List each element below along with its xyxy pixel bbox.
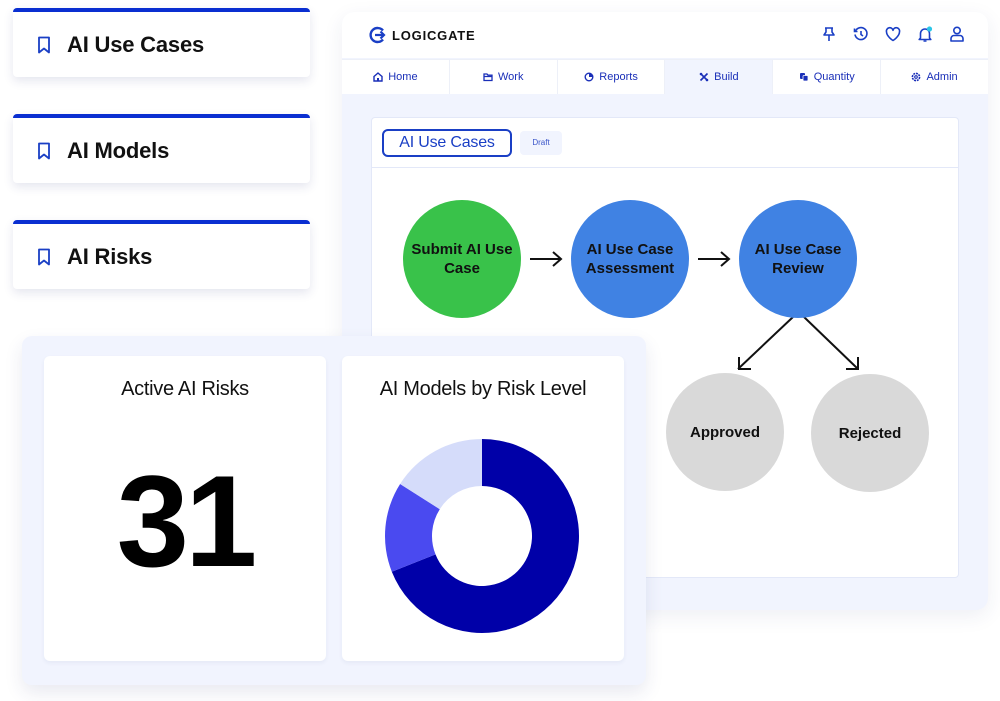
arrow-submit-to-assessment [530,251,563,267]
workflow-step-submit[interactable]: Submit AI Use Case [403,200,521,318]
bookmark-label: AI Risks [67,243,153,269]
bookmark-label: AI Use Cases [67,31,205,57]
pie-chart-icon [584,72,594,82]
workflow-step-rejected[interactable]: Rejected [811,374,929,492]
header-icons [820,25,966,43]
nav-quantity[interactable]: Quantity [773,60,882,94]
nav-reports-label: Reports [599,71,638,83]
tools-icon [699,72,709,82]
bell-icon[interactable] [916,25,934,43]
bookmark-card-ai-risks[interactable]: AI Risks [13,220,310,289]
dashboard-panel: Active AI Risks 31 AI Models by Risk Lev… [22,336,646,685]
logo-text: LOGICGATE [392,27,476,43]
nav-home[interactable]: Home [342,60,450,94]
bookmark-icon [38,248,50,265]
bookmark-card-ai-use-cases[interactable]: AI Use Cases [13,8,310,77]
gear-icon [912,72,921,82]
chart-title: AI Models by Risk Level [379,378,587,400]
active-risks-count: 31 [116,448,258,594]
workflow-step-approved[interactable]: Approved [666,373,784,491]
workflow-header: AI Use Cases Draft [372,118,958,168]
status-badge: Draft [520,130,562,155]
pin-icon[interactable] [820,25,838,43]
coins-icon [799,73,809,82]
bookmark-label: AI Models [67,137,170,163]
history-icon[interactable] [852,25,870,43]
logo[interactable]: LOGICGATE [369,26,476,44]
workflow-step-assessment[interactable]: AI Use Case Assessment [571,200,689,318]
nav-home-label: Home [388,71,418,83]
workflow-step-review[interactable]: AI Use Case Review [739,200,857,318]
notification-dot [926,26,933,32]
workflow-title[interactable]: AI Use Cases [382,128,512,157]
nav-build[interactable]: Build [665,60,774,94]
nav-quantity-label: Quantity [813,71,855,83]
nav-build-label: Build [714,71,739,83]
arrow-review-to-approved [737,316,794,370]
main-nav: Home Work Reports Build Quantity Admin [342,59,988,94]
bookmark-icon [38,142,50,159]
bookmark-card-ai-models[interactable]: AI Models [13,114,310,183]
nav-admin[interactable]: Admin [881,60,988,94]
models-by-risk-card[interactable]: AI Models by Risk Level [342,356,624,661]
active-risks-card[interactable]: Active AI Risks 31 [44,356,326,661]
logicgate-logo-icon [369,26,386,44]
bookmark-icon [38,36,50,53]
arrow-assessment-to-review [698,251,731,267]
home-icon [373,72,383,82]
nav-work[interactable]: Work [449,60,558,94]
app-header: LOGICGATE [342,12,988,58]
folder-icon [483,73,493,82]
nav-admin-label: Admin [926,71,958,83]
nav-work-label: Work [498,71,524,83]
donut-chart [385,439,579,633]
active-risks-title: Active AI Risks [121,378,249,400]
nav-reports[interactable]: Reports [557,60,666,94]
user-icon[interactable] [948,25,966,43]
arrow-review-to-rejected [803,316,859,370]
heart-icon[interactable] [884,25,902,43]
